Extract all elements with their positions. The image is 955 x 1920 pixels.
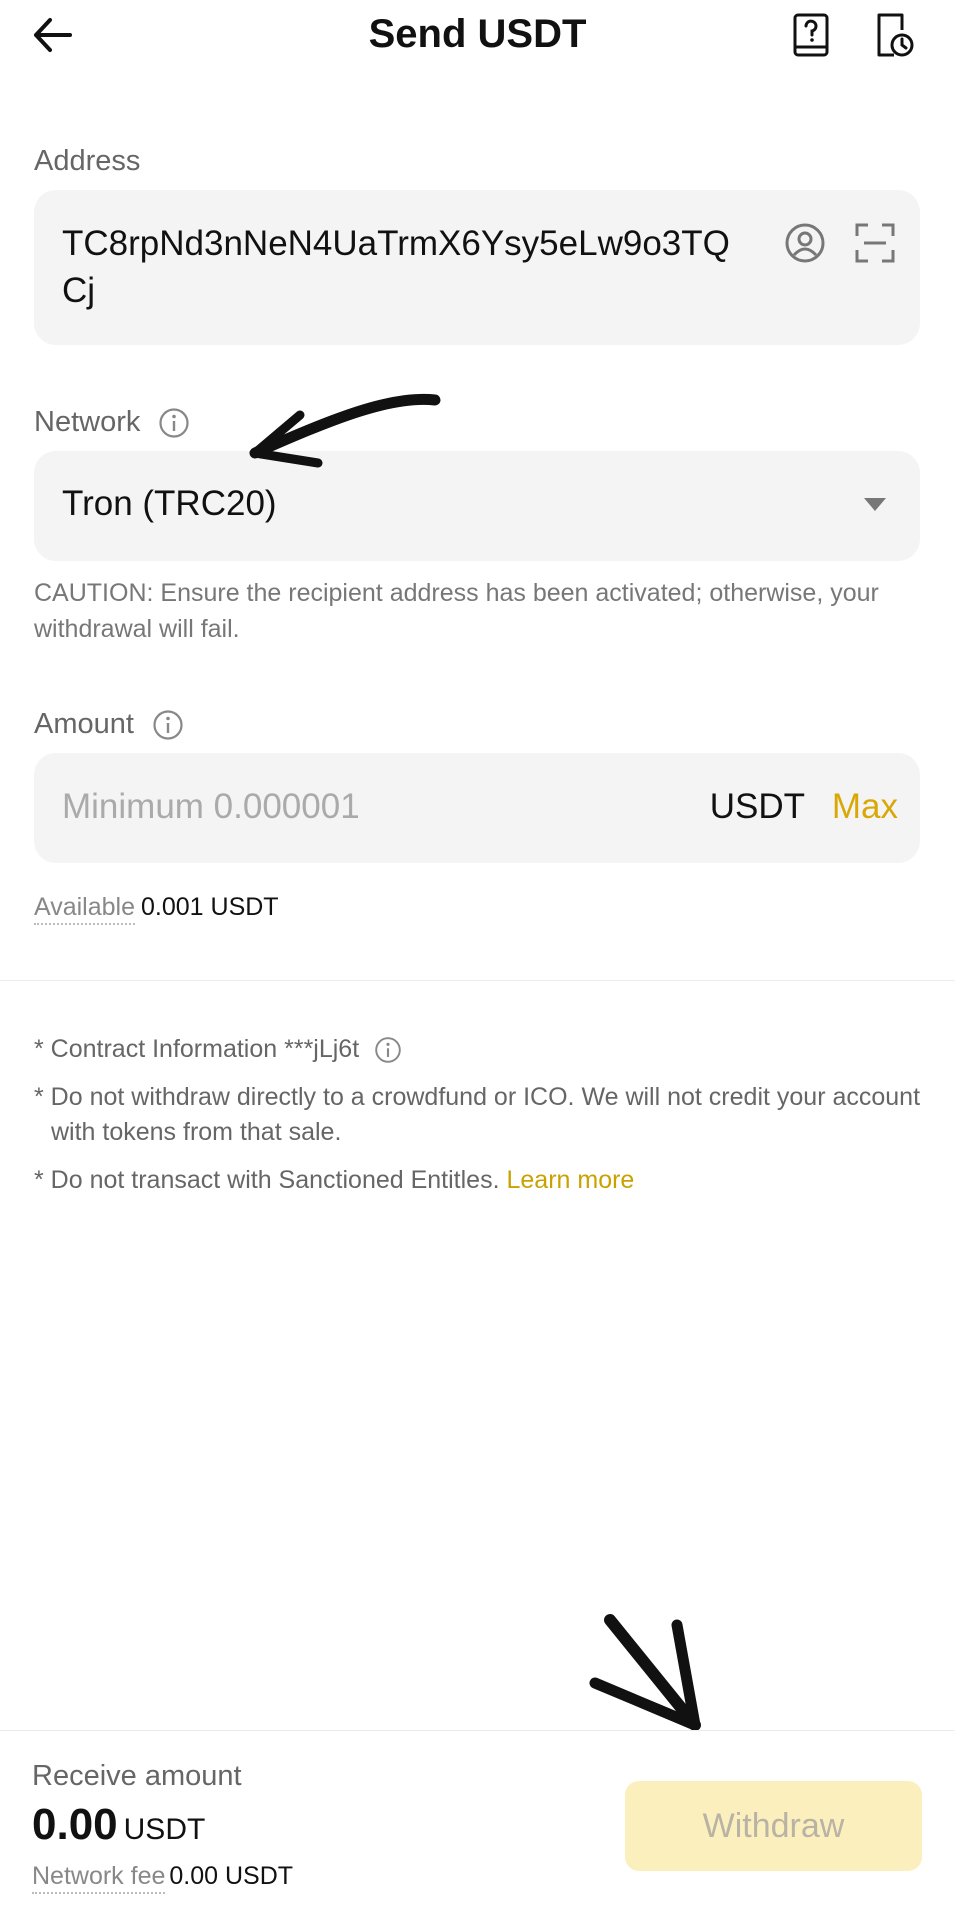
amount-input[interactable]: Minimum 0.000001 USDT Max (34, 753, 920, 863)
receive-amount-label: Receive amount (32, 1760, 242, 1792)
available-value: 0.001 USDT (141, 893, 279, 921)
history-icon[interactable] (872, 12, 916, 58)
scan-icon[interactable] (854, 222, 896, 264)
network-label: Network (34, 406, 190, 439)
help-guide-icon[interactable] (790, 12, 834, 58)
info-icon[interactable] (152, 709, 184, 741)
address-label: Address (34, 145, 141, 177)
receive-amount-value: 0.00 (32, 1800, 118, 1849)
chevron-down-icon (864, 498, 886, 511)
amount-placeholder[interactable]: Minimum 0.000001 (62, 787, 360, 827)
network-fee-value: 0.00 USDT (169, 1862, 294, 1890)
withdraw-button[interactable]: Withdraw (625, 1781, 922, 1871)
receive-amount: 0.00 USDT (32, 1800, 205, 1850)
network-selected-value: Tron (TRC20) (62, 484, 277, 523)
max-button[interactable]: Max (832, 787, 898, 827)
available-label[interactable]: Available (34, 893, 136, 925)
header: Send USDT (0, 0, 955, 70)
contract-info-note: * Contract Information ***jLj6t (34, 1032, 931, 1067)
info-icon[interactable] (374, 1036, 402, 1064)
footer-divider (0, 1730, 955, 1731)
receive-amount-unit: USDT (123, 1813, 206, 1846)
annotation-arrow-withdraw (589, 1614, 701, 1731)
network-caution-text: CAUTION: Ensure the recipient address ha… (34, 579, 879, 643)
crowdfund-note: * Do not withdraw directly to a crowdfun… (34, 1083, 921, 1146)
section-divider (0, 980, 955, 981)
annotation-arrow-network (249, 393, 441, 468)
sanctioned-note: * Do not transact with Sanctioned Entitl… (34, 1166, 635, 1194)
address-value[interactable]: TC8rpNd3nNeN4UaTrmX6Ysy5eLw9o3TQCj (62, 220, 752, 314)
learn-more-link[interactable]: Learn more (506, 1166, 634, 1194)
info-icon[interactable] (158, 407, 190, 439)
address-input[interactable]: TC8rpNd3nNeN4UaTrmX6Ysy5eLw9o3TQCj (34, 190, 920, 345)
network-fee: Network fee 0.00 USDT (32, 1862, 294, 1894)
available-balance: Available 0.001 USDT (34, 893, 279, 925)
network-select[interactable]: Tron (TRC20) (34, 451, 920, 561)
network-fee-label[interactable]: Network fee (32, 1862, 166, 1894)
amount-unit: USDT (709, 787, 805, 826)
amount-label: Amount (34, 708, 184, 741)
contact-icon[interactable] (784, 222, 826, 264)
